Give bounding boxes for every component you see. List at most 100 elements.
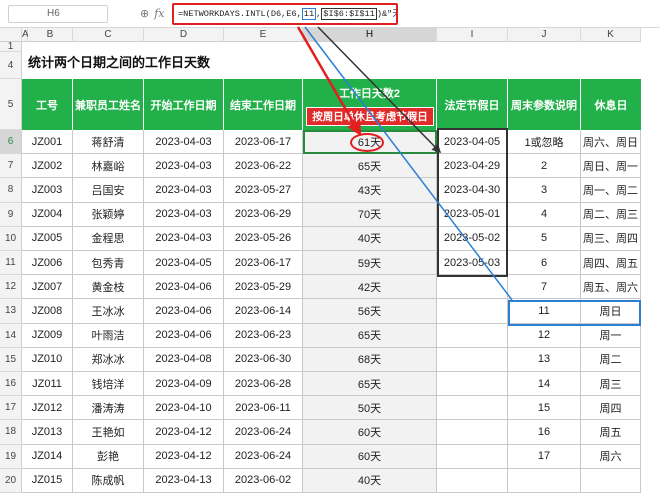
cell-end[interactable]: 2023-05-26 [224, 226, 303, 251]
cell-rest-day[interactable]: 周五 [581, 420, 641, 445]
row-header-5[interactable]: 5 [0, 79, 22, 130]
cell-holiday[interactable] [437, 275, 508, 300]
cell-holiday[interactable] [437, 323, 508, 348]
cell-workdays[interactable]: 65天 [303, 323, 437, 348]
cell-weekend-param[interactable]: 2 [508, 154, 581, 179]
cell-end[interactable]: 2023-06-22 [224, 154, 303, 179]
cell-holiday[interactable] [437, 372, 508, 397]
cell-start[interactable]: 2023-04-03 [144, 178, 224, 203]
cell-start[interactable]: 2023-04-06 [144, 275, 224, 300]
cell-workdays[interactable]: 65天 [303, 372, 437, 397]
cell-name[interactable]: 蒋舒清 [73, 130, 144, 155]
cell-name[interactable]: 彭艳 [73, 444, 144, 469]
column-header-i[interactable]: I [437, 28, 508, 42]
cell-start[interactable]: 2023-04-03 [144, 130, 224, 155]
cell-weekend-param[interactable]: 6 [508, 251, 581, 276]
cell-name[interactable]: 林嘉峪 [73, 154, 144, 179]
cell-end[interactable]: 2023-06-17 [224, 130, 303, 155]
cell-holiday[interactable] [437, 347, 508, 372]
cell-rest-day[interactable]: 周三、周四 [581, 226, 641, 251]
row-header-19[interactable]: 19 [0, 444, 22, 469]
cell-id[interactable]: JZ004 [22, 202, 73, 227]
cell-start[interactable]: 2023-04-12 [144, 444, 224, 469]
cell-name[interactable]: 陈成帆 [73, 468, 144, 493]
cell-start[interactable]: 2023-04-03 [144, 202, 224, 227]
cell-end[interactable]: 2023-06-24 [224, 444, 303, 469]
cell-weekend-param[interactable]: 4 [508, 202, 581, 227]
cell-start[interactable]: 2023-04-08 [144, 347, 224, 372]
cell-workdays[interactable]: 50天 [303, 396, 437, 421]
cell-name[interactable]: 张颖婷 [73, 202, 144, 227]
cell-rest-day[interactable]: 周二、周三 [581, 202, 641, 227]
cell-end[interactable]: 2023-06-02 [224, 468, 303, 493]
row-header-15[interactable]: 15 [0, 347, 22, 372]
cell-id[interactable]: JZ003 [22, 178, 73, 203]
row-header-11[interactable]: 11 [0, 251, 22, 276]
cell-rest-day[interactable]: 周一 [581, 323, 641, 348]
cell-start[interactable]: 2023-04-06 [144, 299, 224, 324]
cell-end[interactable]: 2023-06-29 [224, 202, 303, 227]
column-header-e[interactable]: E [224, 28, 303, 42]
cell-id[interactable]: JZ001 [22, 130, 73, 155]
cell-id[interactable]: JZ002 [22, 154, 73, 179]
cell-weekend-param[interactable]: 13 [508, 347, 581, 372]
cell-end[interactable]: 2023-05-27 [224, 178, 303, 203]
cell-name[interactable]: 吕国安 [73, 178, 144, 203]
cell-rest-day[interactable]: 周六 [581, 444, 641, 469]
cell-name[interactable]: 金程思 [73, 226, 144, 251]
row-header-20[interactable]: 20 [0, 468, 22, 493]
cell-rest-day[interactable]: 周四 [581, 396, 641, 421]
cell-id[interactable]: JZ015 [22, 468, 73, 493]
cell-id[interactable]: JZ008 [22, 299, 73, 324]
row-header-1[interactable]: 1 [0, 41, 22, 52]
cell-workdays[interactable]: 65天 [303, 154, 437, 179]
row-header-7[interactable]: 7 [0, 154, 22, 179]
row-header-13[interactable]: 13 [0, 299, 22, 324]
cell-start[interactable]: 2023-04-13 [144, 468, 224, 493]
cell-holiday[interactable] [437, 420, 508, 445]
cell-name[interactable]: 郑冰冰 [73, 347, 144, 372]
cell-holiday[interactable] [437, 468, 508, 493]
cell-id[interactable]: JZ007 [22, 275, 73, 300]
column-header-d[interactable]: D [144, 28, 224, 42]
cell-end[interactable]: 2023-06-11 [224, 396, 303, 421]
cell-start[interactable]: 2023-04-12 [144, 420, 224, 445]
cell-name[interactable]: 黄金枝 [73, 275, 144, 300]
row-header-12[interactable]: 12 [0, 275, 22, 300]
cell-id[interactable]: JZ012 [22, 396, 73, 421]
cell-weekend-param[interactable]: 14 [508, 372, 581, 397]
cell-name[interactable]: 包秀青 [73, 251, 144, 276]
cell-workdays[interactable]: 42天 [303, 275, 437, 300]
row-header-8[interactable]: 8 [0, 178, 22, 203]
column-header-h[interactable]: H [303, 28, 437, 42]
cell-id[interactable]: JZ005 [22, 226, 73, 251]
row-header-9[interactable]: 9 [0, 202, 22, 227]
cell-start[interactable]: 2023-04-09 [144, 372, 224, 397]
fx-icon[interactable]: fx [154, 5, 164, 23]
cell-weekend-param[interactable]: 1或忽略 [508, 130, 581, 155]
cell-id[interactable]: JZ010 [22, 347, 73, 372]
cell-id[interactable]: JZ014 [22, 444, 73, 469]
cell-name[interactable]: 钱培洋 [73, 372, 144, 397]
cell-start[interactable]: 2023-04-03 [144, 226, 224, 251]
cell-end[interactable]: 2023-06-24 [224, 420, 303, 445]
cell-rest-day[interactable]: 周二 [581, 347, 641, 372]
cell-rest-day[interactable] [581, 468, 641, 493]
formula-input[interactable]: =NETWORKDAYS.INTL(D6,E6, 11, $I$6:$I$11)&"… [172, 3, 398, 25]
cell-holiday[interactable] [437, 396, 508, 421]
row-header-18[interactable]: 18 [0, 420, 22, 445]
cell-end[interactable]: 2023-05-29 [224, 275, 303, 300]
cell-name[interactable]: 叶雨洁 [73, 323, 144, 348]
cell-start[interactable]: 2023-04-05 [144, 251, 224, 276]
cell-id[interactable]: JZ011 [22, 372, 73, 397]
cell-workdays[interactable]: 43天 [303, 178, 437, 203]
cell-weekend-param[interactable]: 17 [508, 444, 581, 469]
cell-workdays[interactable]: 40天 [303, 226, 437, 251]
cell-weekend-param[interactable]: 12 [508, 323, 581, 348]
cell-weekend-param[interactable]: 15 [508, 396, 581, 421]
cell-rest-day[interactable]: 周三 [581, 372, 641, 397]
cell-end[interactable]: 2023-06-14 [224, 299, 303, 324]
cell-id[interactable]: JZ006 [22, 251, 73, 276]
zoom-icon[interactable]: ⊕ [140, 5, 149, 23]
row-header-16[interactable]: 16 [0, 372, 22, 397]
